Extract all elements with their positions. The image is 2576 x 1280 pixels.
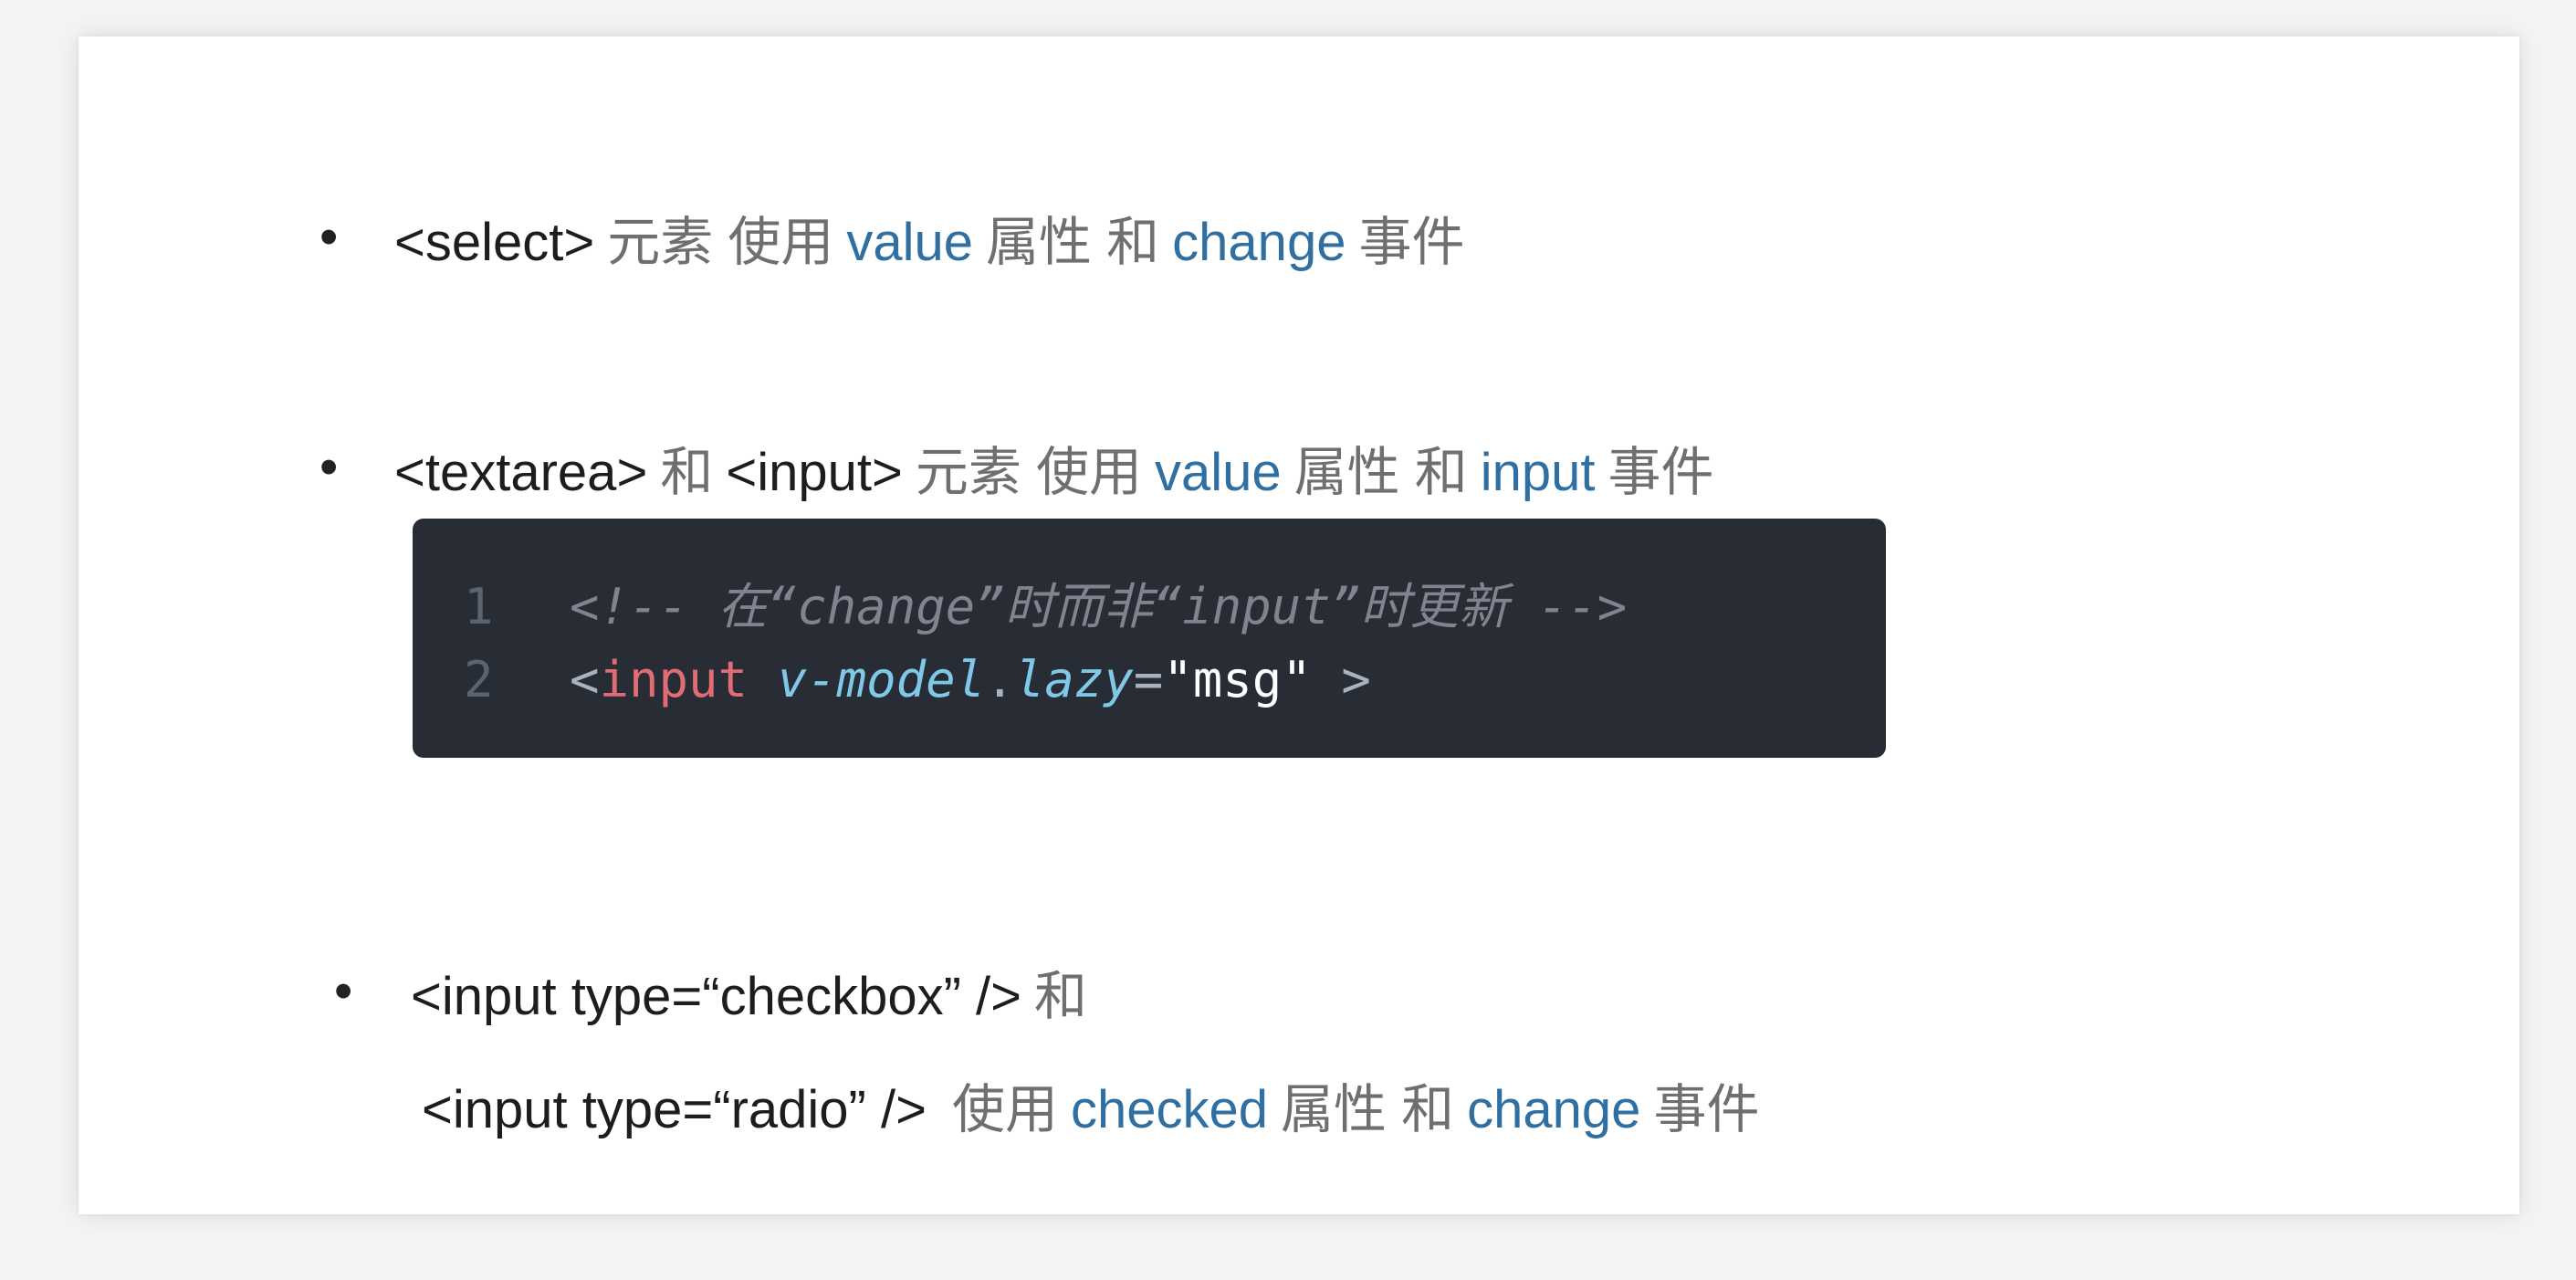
radio-tag: <input type=“radio” /> [422, 1080, 927, 1139]
bullet-checkbox-line1: <input type=“checkbox” /> 和 [411, 962, 1087, 1032]
bullet-marker: • [319, 437, 339, 497]
text-event: 事件 [1653, 1080, 1760, 1139]
text-and: 和 [660, 443, 714, 502]
bullet-select: <select> 元素 使用 value 属性 和 change 事件 [394, 208, 1464, 278]
keyword-checked: checked [1070, 1080, 1269, 1139]
code-equals: = [1133, 651, 1164, 708]
text-elements-use: 元素 使用 [607, 213, 834, 272]
slide: • <select> 元素 使用 value 属性 和 change 事件 • <text… [79, 37, 2519, 1214]
code-block: 1 <!-- 在“change”时而非“input”时更新 --> 2 <input… [413, 519, 1886, 758]
text-use: 使用 [951, 1080, 1058, 1139]
code-line-2: 2 <input v-model.lazy="msg" > [464, 643, 1371, 718]
code-punct-close: > [1311, 651, 1371, 708]
textarea-tag: <textarea> [394, 443, 648, 502]
code-modifier: lazy [1014, 651, 1134, 708]
bullet-marker: • [334, 961, 353, 1021]
checkbox-tag: <input type=“checkbox” /> [411, 967, 1022, 1026]
code-attr-value: "msg" [1163, 651, 1312, 708]
code-line-1: 1 <!-- 在“change”时而非“input”时更新 --> [464, 570, 1627, 645]
bullet-checkbox-line2: <input type=“radio” /> 使用 checked 属性 和 chang… [422, 1075, 1759, 1145]
text-attribute-and: 属性 和 [1293, 443, 1468, 502]
keyword-value: value [846, 213, 974, 272]
keyword-change: change [1467, 1080, 1641, 1139]
code-punct-open: < [570, 651, 600, 708]
text-event: 事件 [1607, 443, 1714, 502]
keyword-change: change [1172, 213, 1346, 272]
bullet-textarea: <textarea> 和 <input> 元素 使用 value 属性 和 input 事件 [394, 438, 1714, 508]
line-number: 1 [464, 578, 494, 635]
text-attribute-and: 属性 和 [1281, 1080, 1455, 1139]
code-comment: <!-- 在“change”时而非“input”时更新 --> [570, 578, 1628, 635]
select-tag: <select> [394, 213, 595, 272]
text-elements-use: 元素 使用 [915, 443, 1142, 502]
bullet-marker: • [319, 207, 339, 267]
line-number: 2 [464, 651, 494, 708]
code-attr-name: v-model [777, 651, 986, 708]
keyword-value: value [1154, 443, 1282, 502]
input-tag: <input> [726, 443, 903, 502]
text-event: 事件 [1358, 213, 1465, 272]
keyword-input: input [1480, 443, 1596, 502]
text-attribute-and: 属性 和 [986, 213, 1160, 272]
code-dot: . [985, 651, 1015, 708]
code-tag-name: input [599, 651, 749, 708]
text-and: 和 [1034, 967, 1088, 1026]
